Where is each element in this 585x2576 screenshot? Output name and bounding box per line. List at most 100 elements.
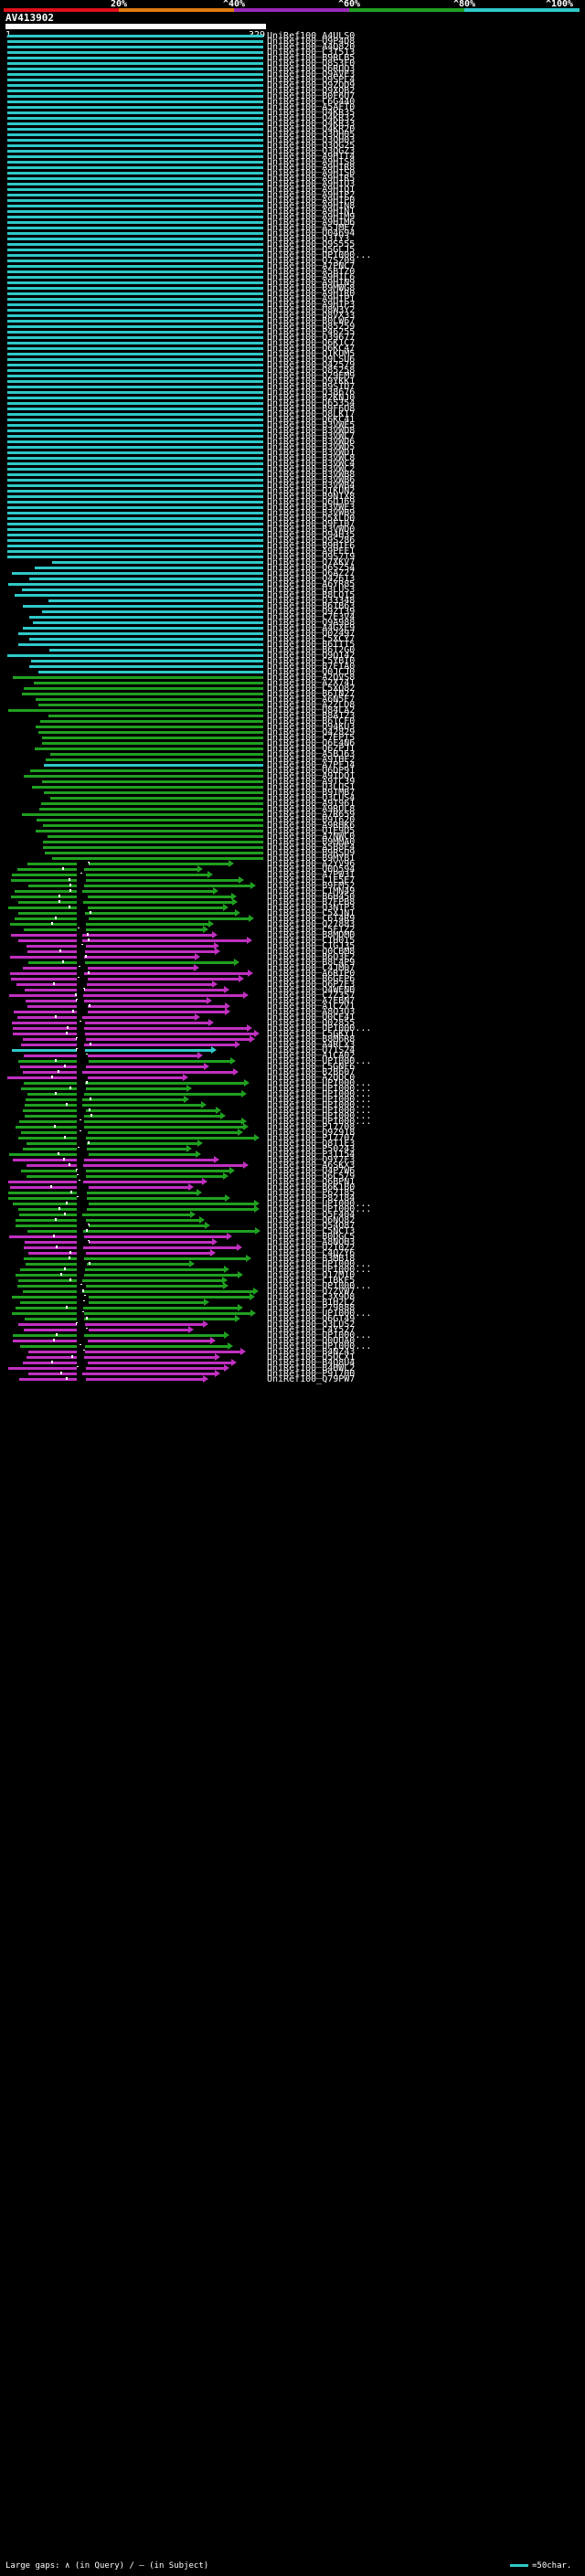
gap-subject xyxy=(77,1312,84,1315)
gap-subject xyxy=(77,939,82,942)
hit-bar xyxy=(7,210,263,213)
hit-arrow xyxy=(197,1140,203,1147)
gap-marker xyxy=(90,911,91,914)
hit-arrow xyxy=(194,964,199,971)
gap-marker xyxy=(86,1229,88,1232)
gap-marker xyxy=(56,1333,58,1336)
gap-subject xyxy=(77,1120,84,1123)
gap-subject xyxy=(77,906,88,909)
gap-subject xyxy=(77,1164,83,1167)
gap-subject xyxy=(77,1115,84,1118)
hit-bar xyxy=(42,610,263,613)
gap-subject xyxy=(77,1131,88,1134)
hit-arrow xyxy=(203,1320,208,1328)
hit-bar xyxy=(7,57,263,59)
hit-bar xyxy=(23,627,263,630)
hit-bar xyxy=(38,671,263,673)
hit-bar xyxy=(18,1323,203,1326)
hit-bar xyxy=(7,133,263,136)
hit-bar xyxy=(7,654,263,657)
hit-arrow xyxy=(249,915,254,922)
gap-subject xyxy=(77,1274,84,1277)
gap-subject xyxy=(77,1055,88,1057)
gap-subject xyxy=(77,1214,82,1216)
hit-bar xyxy=(36,698,263,701)
hit-bar xyxy=(7,479,263,482)
hit-bar xyxy=(7,254,263,257)
gap-subject xyxy=(77,879,86,882)
hit-bar xyxy=(13,1027,247,1030)
hit-bar xyxy=(7,429,263,432)
hit-arrow xyxy=(195,953,200,960)
hit-arrow xyxy=(246,1255,251,1262)
hit-arrow xyxy=(223,904,229,911)
gap-subject xyxy=(77,890,82,893)
hit-bar xyxy=(13,1159,214,1161)
gap-marker xyxy=(64,1267,66,1270)
hit-bar xyxy=(7,73,263,76)
hit-bar xyxy=(23,605,263,608)
hit-bar xyxy=(27,1164,243,1167)
hit-label[interactable]: UniRef100_Q79PW7 xyxy=(267,1374,355,1384)
hit-arrow xyxy=(224,1364,229,1372)
hit-arrow xyxy=(225,1008,230,1015)
hit-bar xyxy=(18,1060,230,1063)
hit-bar xyxy=(21,1170,229,1172)
hit-bar xyxy=(7,501,263,504)
hit-bar xyxy=(7,539,263,542)
scale-swatch xyxy=(510,2564,528,2567)
hit-arrow xyxy=(184,1096,189,1103)
gap-marker xyxy=(58,900,60,903)
hit-bar xyxy=(18,1208,254,1211)
hit-arrow xyxy=(183,1074,188,1081)
gap-subject xyxy=(77,1329,89,1331)
hit-bar xyxy=(7,139,263,142)
hit-bar xyxy=(43,846,263,849)
hit-bar xyxy=(8,583,263,586)
hit-bar xyxy=(7,523,263,525)
hit-bar xyxy=(7,95,263,98)
hit-bar xyxy=(7,545,263,547)
gap-subject xyxy=(77,956,84,959)
hit-arrow xyxy=(189,1260,195,1267)
gap-subject xyxy=(77,1170,86,1172)
hit-bar xyxy=(7,424,263,427)
gap-subject xyxy=(77,1142,87,1145)
hit-bar xyxy=(23,1038,250,1041)
gap-marker xyxy=(90,1097,91,1100)
gap-marker xyxy=(88,971,90,974)
gap-marker xyxy=(51,1076,53,1078)
hit-bar xyxy=(18,901,232,904)
hit-bar xyxy=(7,325,263,328)
hit-bar xyxy=(7,397,263,399)
hit-bar xyxy=(19,1120,241,1123)
hit-bar xyxy=(7,550,263,553)
hit-bar xyxy=(7,314,263,317)
hit-arrow xyxy=(212,981,218,988)
hit-arrow xyxy=(197,1052,203,1059)
hit-bar xyxy=(27,1005,225,1008)
gap-subject xyxy=(77,1268,85,1271)
hit-bar xyxy=(38,704,263,706)
hit-bar xyxy=(21,1044,235,1046)
gap-marker xyxy=(64,1065,66,1067)
gap-subject xyxy=(77,1224,89,1227)
hit-bar xyxy=(7,364,263,366)
hit-arrow xyxy=(215,1353,220,1361)
gap-subject xyxy=(77,1076,88,1079)
gap-subject xyxy=(77,863,89,865)
gap-subject xyxy=(77,972,84,975)
gap-subject xyxy=(77,1362,88,1364)
gap-marker xyxy=(85,955,87,958)
hit-bar xyxy=(7,232,263,235)
gap-subject xyxy=(77,961,85,964)
hit-bar xyxy=(38,731,263,734)
hit-arrow xyxy=(247,1024,252,1032)
hit-arrow xyxy=(239,876,244,884)
hit-bar xyxy=(8,709,263,712)
gap-subject xyxy=(77,896,88,898)
hit-arrow xyxy=(238,1129,243,1136)
gap-subject xyxy=(77,950,85,953)
hit-arrow xyxy=(229,860,234,867)
gap-subject xyxy=(77,983,87,986)
